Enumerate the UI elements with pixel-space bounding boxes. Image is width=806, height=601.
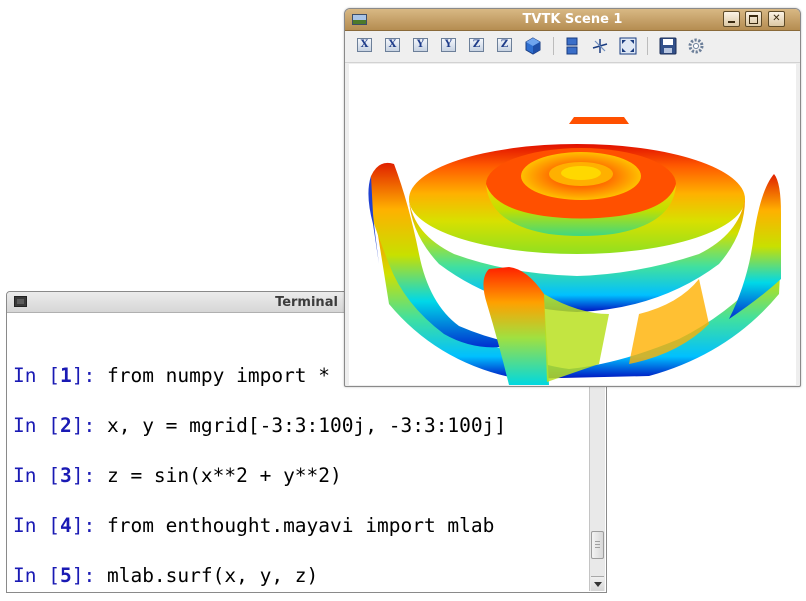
view-x-minus-icon[interactable]: X [385, 38, 400, 52]
surface-back-notch [569, 117, 629, 124]
input-line-2: In [2]: x, y = mgrid[-3:3:100j, -3:3:100… [13, 414, 507, 437]
prompt-label: In [13, 464, 37, 487]
view-y-minus-icon[interactable]: Y [441, 38, 456, 52]
prompt-number: 3 [59, 464, 72, 487]
isometric-view-icon[interactable] [524, 37, 542, 55]
save-icon[interactable] [659, 37, 677, 55]
configure-icon[interactable] [687, 37, 705, 55]
prompt-label: In [13, 364, 37, 387]
view-x-plus-icon[interactable]: X [357, 38, 372, 52]
maximize-button[interactable] [745, 11, 762, 27]
scene-titlebar[interactable]: TVTK Scene 1 ✕ [345, 9, 800, 31]
input-line-5: In [5]: mlab.surf(x, y, z) [13, 564, 319, 587]
tvtk-scene-window: TVTK Scene 1 ✕ X X Y Y Z Z [344, 8, 801, 387]
input-line-4: In [4]: from enthought.mayavi import mla… [13, 514, 495, 537]
input-line-3: In [3]: z = sin(x**2 + y**2) [13, 464, 342, 487]
toolbar-separator [647, 37, 648, 55]
close-button[interactable]: ✕ [768, 11, 785, 27]
minimize-button[interactable] [723, 11, 740, 27]
prompt-label: In [13, 414, 37, 437]
scene-toolbar: X X Y Y Z Z [345, 31, 800, 63]
scroll-down-arrow-icon[interactable] [591, 576, 604, 591]
parallel-projection-icon[interactable] [565, 37, 579, 55]
prompt-number: 5 [59, 564, 72, 587]
surface-plot [368, 117, 781, 385]
surface-center-hole [561, 166, 601, 180]
command-text: mlab.surf(x, y, z) [106, 564, 319, 587]
command-text: from numpy import * [106, 364, 331, 387]
prompt-label: In [13, 564, 37, 587]
command-text: z = sin(x**2 + y**2) [106, 464, 342, 487]
prompt-label: In [13, 514, 37, 537]
command-text: x, y = mgrid[-3:3:100j, -3:3:100j] [106, 414, 507, 437]
view-z-plus-icon[interactable]: Z [469, 38, 484, 52]
axes-indicator-icon[interactable] [591, 37, 609, 55]
view-y-plus-icon[interactable]: Y [413, 38, 428, 52]
render-canvas[interactable] [349, 64, 796, 385]
prompt-number: 2 [59, 414, 72, 437]
scrollbar-thumb[interactable] [591, 531, 604, 559]
view-z-minus-icon[interactable]: Z [497, 38, 512, 52]
toolbar-separator [553, 37, 554, 55]
fullscreen-icon[interactable] [619, 37, 637, 55]
prompt-number: 1 [59, 364, 72, 387]
prompt-number: 4 [59, 514, 72, 537]
command-text: from enthought.mayavi import mlab [106, 514, 495, 537]
input-line-1: In [1]: from numpy import * [13, 364, 331, 387]
